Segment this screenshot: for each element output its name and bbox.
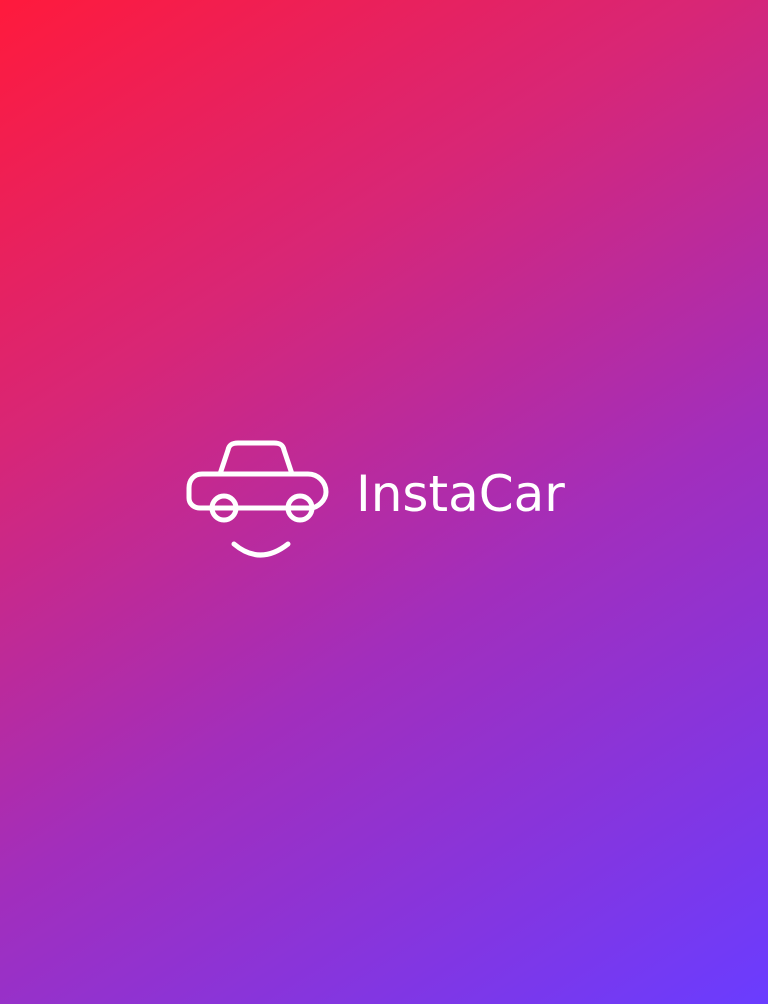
splash-screen: InstaCar: [0, 0, 768, 1004]
smiling-car-icon: [186, 440, 329, 558]
brand-name: InstaCar: [356, 465, 565, 523]
app-logo: InstaCar: [186, 440, 565, 564]
